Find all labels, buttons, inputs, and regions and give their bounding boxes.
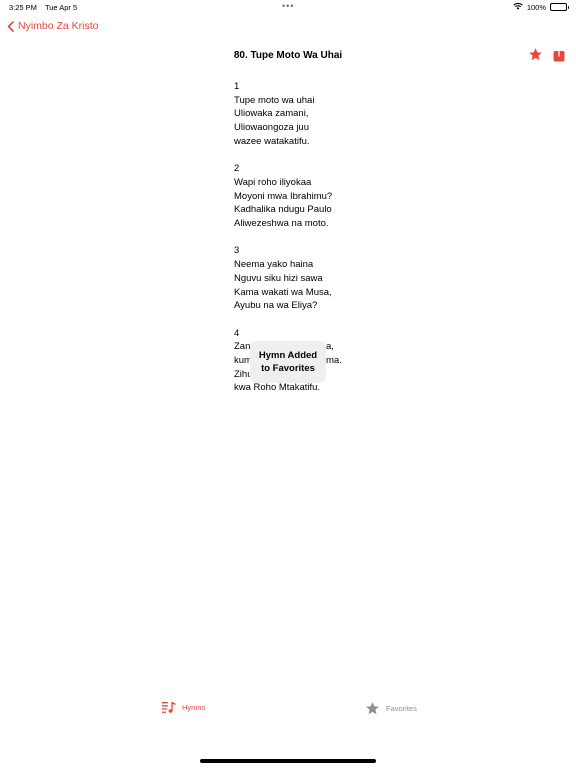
favorite-button[interactable] bbox=[528, 47, 543, 62]
toast-line: Hymn Added bbox=[258, 349, 318, 361]
verse-line: Uliowaka zamani, bbox=[234, 108, 309, 120]
battery-icon bbox=[550, 3, 569, 11]
tab-label: Favorites bbox=[386, 704, 417, 713]
page-title: 80. Tupe Moto Wa Uhai bbox=[233, 50, 343, 61]
tab-bar: Hymns Favorites bbox=[0, 695, 576, 735]
verse-number: 3 bbox=[234, 245, 240, 257]
verse-line: wazee watakatifu. bbox=[234, 135, 310, 147]
star-filled-icon bbox=[529, 48, 542, 61]
verse-line-start: Zan bbox=[234, 341, 251, 353]
verse-number: 2 bbox=[234, 163, 240, 175]
tab-favorites[interactable]: Favorites bbox=[365, 701, 417, 716]
tab-label: Hymns bbox=[182, 703, 206, 712]
status-time: 3:25 PM bbox=[9, 3, 37, 12]
chevron-left-icon bbox=[7, 20, 14, 32]
verse-line: Ayubu na wa Eliya? bbox=[234, 300, 318, 312]
verse-number: 4 bbox=[234, 327, 240, 339]
music-list-icon bbox=[162, 702, 176, 713]
verse-line: Neema yako haina bbox=[234, 259, 314, 271]
tab-hymns[interactable]: Hymns bbox=[162, 701, 205, 714]
status-date: Tue Apr 5 bbox=[44, 3, 78, 12]
verse-line: Moyoni mwa Ibrahimu? bbox=[234, 190, 333, 202]
back-label: Nyimbo Za Kristo bbox=[18, 20, 99, 32]
status-left: 3:25 PM Tue Apr 5 bbox=[9, 3, 77, 12]
verse-number: 1 bbox=[234, 81, 240, 92]
verse-line: Kadhalika ndugu Paulo bbox=[234, 204, 332, 216]
verse: 2 Wapi roho iliyokaa Moyoni mwa Ibrahimu… bbox=[234, 162, 394, 231]
verse-line: kwa Roho Mtakatifu. bbox=[234, 382, 321, 394]
wifi-icon bbox=[513, 2, 523, 12]
status-right: 100% bbox=[513, 2, 569, 12]
verse-line: Kama wakati wa Musa, bbox=[234, 286, 332, 298]
verse: 3 Neema yako haina Nguvu siku hizi sawa … bbox=[234, 244, 394, 313]
toast-line: to Favorites bbox=[261, 363, 315, 374]
verse-line: Tupe moto wa uhai bbox=[234, 94, 315, 106]
star-icon bbox=[366, 702, 379, 715]
share-icon bbox=[553, 47, 565, 62]
share-button[interactable] bbox=[553, 47, 565, 62]
nav-actions bbox=[528, 47, 565, 62]
battery-percent: 100% bbox=[526, 2, 546, 12]
verse: 1 Tupe moto wa uhai Uliowaka zamani, Uli… bbox=[234, 80, 394, 149]
verse-line: Wapi roho iliyokaa bbox=[234, 176, 312, 188]
home-indicator[interactable] bbox=[200, 759, 376, 763]
verse-line: Aliwezeshwa na moto. bbox=[234, 218, 329, 230]
verse-line: Uliowaongoza juu bbox=[234, 122, 309, 134]
multitasking-dots[interactable]: ••• bbox=[282, 2, 294, 11]
verse-line-end: a, bbox=[326, 341, 334, 353]
screen: 3:25 PM Tue Apr 5 ••• 100% Nyimbo Za Kri… bbox=[0, 0, 576, 768]
favorites-toast: Hymn Added to Favorites bbox=[250, 341, 326, 383]
verse-line-end: ma. bbox=[326, 355, 342, 367]
status-bar: 3:25 PM Tue Apr 5 ••• 100% bbox=[0, 0, 576, 14]
back-button[interactable]: Nyimbo Za Kristo bbox=[7, 20, 99, 32]
verse-line: Nguvu siku hizi sawa bbox=[234, 272, 323, 284]
